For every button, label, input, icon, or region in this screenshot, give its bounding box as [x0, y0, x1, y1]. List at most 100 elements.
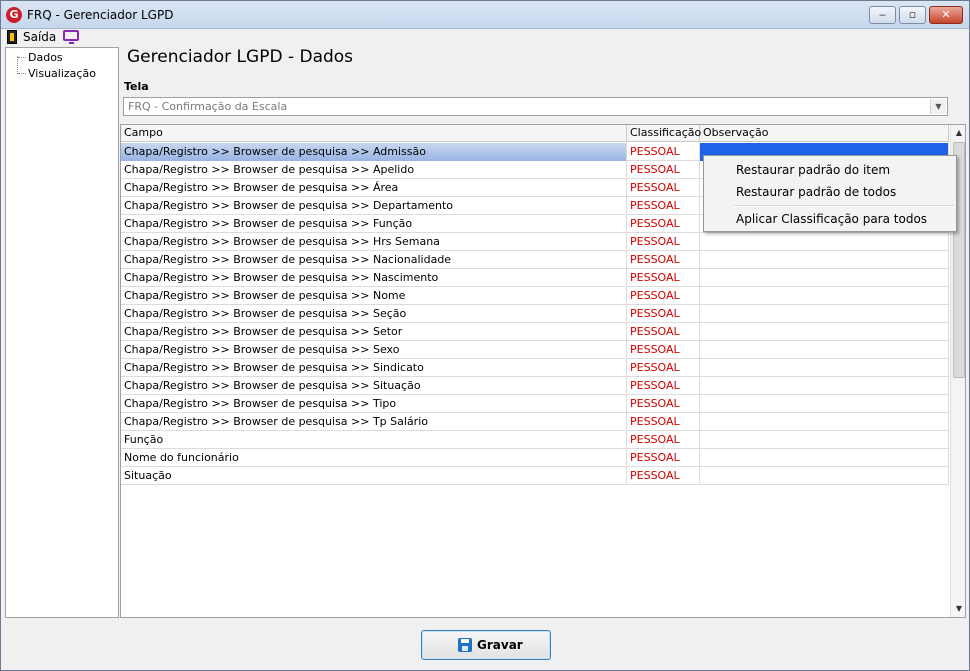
monitor-icon[interactable] — [63, 30, 79, 44]
menu-item-apply-classification-all[interactable]: Aplicar Classificação para todos — [736, 212, 927, 226]
tree-connector — [18, 57, 26, 58]
cell-observacao[interactable] — [700, 305, 949, 323]
cell-observacao[interactable] — [700, 377, 949, 395]
cell-observacao[interactable] — [700, 431, 949, 449]
context-menu: Restaurar padrão do item Restaurar padrã… — [703, 155, 957, 232]
column-header-campo[interactable]: Campo — [121, 125, 627, 142]
cell-observacao[interactable] — [700, 395, 949, 413]
cell-observacao[interactable] — [700, 467, 949, 485]
cell-classificacao[interactable]: PESSOAL — [627, 179, 700, 197]
cell-observacao[interactable] — [700, 449, 949, 467]
tree-item-visualizacao[interactable]: Visualização — [28, 67, 96, 80]
cell-campo[interactable]: Chapa/Registro >> Browser de pesquisa >>… — [121, 287, 627, 305]
cell-classificacao[interactable]: PESSOAL — [627, 251, 700, 269]
cell-classificacao[interactable]: PESSOAL — [627, 377, 700, 395]
table-row[interactable]: Chapa/Registro >> Browser de pesquisa >>… — [121, 395, 949, 413]
scroll-down-icon[interactable]: ▼ — [951, 601, 965, 617]
table-row[interactable]: Chapa/Registro >> Browser de pesquisa >>… — [121, 359, 949, 377]
cell-campo[interactable]: Nome do funcionário — [121, 449, 627, 467]
cell-campo[interactable]: Chapa/Registro >> Browser de pesquisa >>… — [121, 197, 627, 215]
cell-observacao[interactable] — [700, 341, 949, 359]
cell-campo[interactable]: Chapa/Registro >> Browser de pesquisa >>… — [121, 395, 627, 413]
app-logo-icon: G — [6, 7, 22, 23]
cell-classificacao[interactable]: PESSOAL — [627, 323, 700, 341]
table-row[interactable]: Chapa/Registro >> Browser de pesquisa >>… — [121, 269, 949, 287]
save-button-label: Gravar — [477, 638, 523, 652]
close-button[interactable]: ✕ — [929, 6, 963, 24]
cell-campo[interactable]: Chapa/Registro >> Browser de pesquisa >>… — [121, 341, 627, 359]
cell-campo[interactable]: Chapa/Registro >> Browser de pesquisa >>… — [121, 359, 627, 377]
grid-header: Campo Classificação Observação — [121, 125, 949, 142]
cell-classificacao[interactable]: PESSOAL — [627, 341, 700, 359]
window-title: FRQ - Gerenciador LGPD — [27, 8, 174, 22]
tree-connector — [18, 73, 26, 74]
cell-campo[interactable]: Função — [121, 431, 627, 449]
cell-campo[interactable]: Chapa/Registro >> Browser de pesquisa >>… — [121, 305, 627, 323]
cell-observacao[interactable] — [700, 269, 949, 287]
tela-select-value: FRQ - Confirmação da Escala — [128, 100, 288, 113]
cell-campo[interactable]: Chapa/Registro >> Browser de pesquisa >>… — [121, 179, 627, 197]
table-row[interactable]: Chapa/Registro >> Browser de pesquisa >>… — [121, 413, 949, 431]
cell-classificacao[interactable]: PESSOAL — [627, 395, 700, 413]
cell-campo[interactable]: Chapa/Registro >> Browser de pesquisa >>… — [121, 413, 627, 431]
cell-campo[interactable]: Chapa/Registro >> Browser de pesquisa >>… — [121, 215, 627, 233]
cell-campo[interactable]: Chapa/Registro >> Browser de pesquisa >>… — [121, 377, 627, 395]
cell-observacao[interactable] — [700, 323, 949, 341]
maximize-button[interactable]: ▫ — [899, 6, 926, 24]
cell-classificacao[interactable]: PESSOAL — [627, 143, 700, 161]
cell-campo[interactable]: Chapa/Registro >> Browser de pesquisa >>… — [121, 143, 627, 161]
column-header-observacao[interactable]: Observação — [700, 125, 949, 142]
save-button[interactable]: Gravar — [421, 630, 551, 660]
cell-classificacao[interactable]: PESSOAL — [627, 161, 700, 179]
cell-campo[interactable]: Chapa/Registro >> Browser de pesquisa >>… — [121, 161, 627, 179]
menu-item-restore-all[interactable]: Restaurar padrão de todos — [736, 185, 896, 199]
page-title: Gerenciador LGPD - Dados — [127, 47, 354, 67]
tela-select[interactable]: FRQ - Confirmação da Escala ▼ — [123, 97, 948, 116]
cell-classificacao[interactable]: PESSOAL — [627, 233, 700, 251]
tela-label: Tela — [124, 80, 149, 93]
cell-classificacao[interactable]: PESSOAL — [627, 197, 700, 215]
table-row[interactable]: Chapa/Registro >> Browser de pesquisa >>… — [121, 305, 949, 323]
menu-bar: Saída — [1, 29, 969, 45]
scroll-up-icon[interactable]: ▲ — [951, 125, 965, 141]
tree-item-dados[interactable]: Dados — [28, 51, 63, 64]
tree-connector — [17, 56, 18, 74]
cell-classificacao[interactable]: PESSOAL — [627, 215, 700, 233]
table-row[interactable]: Chapa/Registro >> Browser de pesquisa >>… — [121, 377, 949, 395]
exit-door-icon[interactable] — [7, 30, 17, 44]
chevron-down-icon[interactable]: ▼ — [930, 99, 946, 114]
cell-campo[interactable]: Chapa/Registro >> Browser de pesquisa >>… — [121, 251, 627, 269]
cell-classificacao[interactable]: PESSOAL — [627, 413, 700, 431]
cell-classificacao[interactable]: PESSOAL — [627, 305, 700, 323]
table-row[interactable]: Situação PESSOAL — [121, 467, 949, 485]
minimize-button[interactable]: ‒ — [869, 6, 896, 24]
cell-classificacao[interactable]: PESSOAL — [627, 449, 700, 467]
cell-classificacao[interactable]: PESSOAL — [627, 359, 700, 377]
navigation-tree: Dados Visualização — [5, 47, 119, 618]
cell-campo[interactable]: Chapa/Registro >> Browser de pesquisa >>… — [121, 233, 627, 251]
table-row[interactable]: Chapa/Registro >> Browser de pesquisa >>… — [121, 251, 949, 269]
table-row[interactable]: Chapa/Registro >> Browser de pesquisa >>… — [121, 287, 949, 305]
menu-item-restore-item[interactable]: Restaurar padrão do item — [736, 163, 890, 177]
cell-classificacao[interactable]: PESSOAL — [627, 287, 700, 305]
table-row[interactable]: Função PESSOAL — [121, 431, 949, 449]
cell-campo[interactable]: Chapa/Registro >> Browser de pesquisa >>… — [121, 323, 627, 341]
menu-exit[interactable]: Saída — [23, 30, 56, 44]
title-bar: G FRQ - Gerenciador LGPD ‒ ▫ ✕ — [1, 1, 969, 29]
cell-campo[interactable]: Situação — [121, 467, 627, 485]
column-header-classificacao[interactable]: Classificação — [627, 125, 701, 142]
cell-observacao[interactable] — [700, 251, 949, 269]
cell-classificacao[interactable]: PESSOAL — [627, 467, 700, 485]
cell-observacao[interactable] — [700, 359, 949, 377]
table-row[interactable]: Chapa/Registro >> Browser de pesquisa >>… — [121, 341, 949, 359]
table-row[interactable]: Nome do funcionário PESSOAL — [121, 449, 949, 467]
cell-classificacao[interactable]: PESSOAL — [627, 269, 700, 287]
cell-observacao[interactable] — [700, 233, 949, 251]
cell-classificacao[interactable]: PESSOAL — [627, 431, 700, 449]
cell-observacao[interactable] — [700, 413, 949, 431]
cell-campo[interactable]: Chapa/Registro >> Browser de pesquisa >>… — [121, 269, 627, 287]
cell-observacao[interactable] — [700, 287, 949, 305]
table-row[interactable]: Chapa/Registro >> Browser de pesquisa >>… — [121, 233, 949, 251]
table-row[interactable]: Chapa/Registro >> Browser de pesquisa >>… — [121, 323, 949, 341]
floppy-disk-icon — [458, 638, 472, 652]
